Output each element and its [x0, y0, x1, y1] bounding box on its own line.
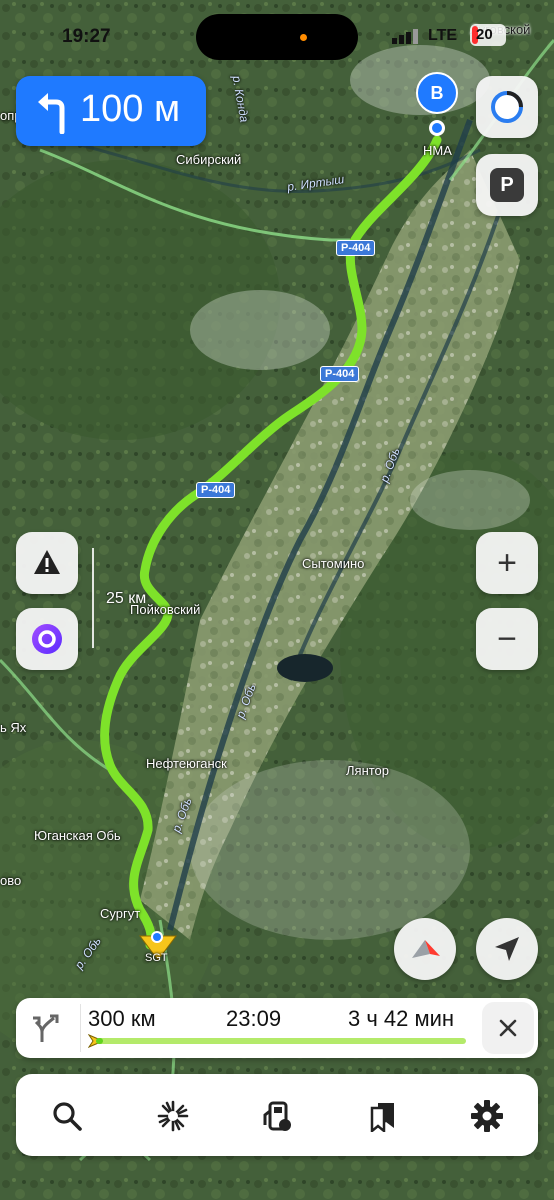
- recording-dot-icon: [300, 34, 307, 41]
- zoom-in-button[interactable]: +: [476, 532, 538, 594]
- airport-label-sgt: SGT: [145, 952, 168, 964]
- route-divider: [80, 1004, 81, 1052]
- signal-icon: [392, 29, 418, 44]
- minus-icon: −: [497, 620, 517, 658]
- tab-bookmarks[interactable]: [360, 1094, 404, 1138]
- town-label-sibirsky: Сибирский: [176, 152, 242, 167]
- tab-discover[interactable]: [151, 1094, 195, 1138]
- close-route-button[interactable]: [482, 1002, 534, 1054]
- airport-label-hma: НМА: [423, 143, 452, 158]
- label-partial-ovo: ово: [0, 873, 22, 888]
- road-warning-icon: [34, 550, 60, 574]
- location-arrow-icon: [495, 937, 519, 961]
- dynamic-island: [196, 14, 358, 60]
- destination-marker[interactable]: B: [416, 72, 458, 114]
- road-badge: Р-404: [320, 366, 360, 382]
- tab-search[interactable]: [45, 1094, 89, 1138]
- route-distance: 300 км: [88, 1006, 156, 1031]
- route-summary-panel[interactable]: 300 км 23:09 3 ч 42 мин: [16, 998, 538, 1058]
- road-badge: Р-404: [196, 482, 236, 498]
- bookmarks-icon: [370, 1103, 394, 1132]
- battery-percent: 20: [476, 26, 493, 43]
- label-yuganskaya-ob: Юганская Обь: [34, 828, 121, 843]
- gear-icon: [471, 1100, 503, 1132]
- town-label-lyantor: Лянтор: [346, 763, 390, 778]
- status-time: 19:27: [62, 26, 111, 47]
- tab-fuel[interactable]: [255, 1094, 299, 1138]
- route-progress-fill: [96, 1038, 104, 1044]
- status-bar: 19:27 LTE 20: [0, 14, 554, 60]
- battery-icon: 20: [470, 24, 506, 46]
- compass-icon: [412, 940, 440, 958]
- compass-button[interactable]: [394, 918, 456, 980]
- alice-voice-icon: [32, 624, 62, 654]
- town-label-nefteyugansk: Нефтеюганск: [146, 756, 227, 771]
- town-label-surgut: Сургут: [100, 906, 141, 921]
- voice-assistant-button[interactable]: [16, 608, 78, 670]
- road-badge: Р-404: [336, 240, 376, 256]
- route-arrival-time: 23:09: [226, 1006, 282, 1031]
- search-icon: [53, 1102, 82, 1131]
- turn-left-arrow-icon: [38, 93, 65, 134]
- label-partial-yakh: ь Ях: [0, 720, 27, 735]
- zoom-out-button[interactable]: −: [476, 608, 538, 670]
- maneuver-distance: 100 м: [80, 88, 181, 130]
- map-scale-bar: [92, 548, 94, 648]
- road-event-button[interactable]: [16, 532, 78, 594]
- tab-settings[interactable]: [465, 1094, 509, 1138]
- parking-icon: P: [490, 168, 524, 202]
- close-icon: [499, 1019, 517, 1037]
- maneuver-banner[interactable]: 100 м: [16, 76, 206, 146]
- fuel-station-icon: [263, 1101, 291, 1131]
- sparkle-icon: [157, 1100, 189, 1132]
- plus-icon: +: [497, 544, 517, 582]
- parking-button[interactable]: P: [476, 154, 538, 216]
- network-type: LTE: [428, 27, 458, 44]
- alice-button[interactable]: [476, 76, 538, 138]
- locate-me-button[interactable]: [476, 918, 538, 980]
- route-options-icon[interactable]: [30, 1010, 66, 1046]
- map-scale-label: 25 км: [106, 590, 147, 607]
- town-label-sytomino: Сытомино: [302, 556, 365, 571]
- route-duration: 3 ч 42 мин: [348, 1006, 455, 1031]
- alice-assistant-icon: [491, 91, 523, 123]
- route-progress-bar: [96, 1038, 466, 1044]
- bottom-toolbar: [16, 1074, 538, 1156]
